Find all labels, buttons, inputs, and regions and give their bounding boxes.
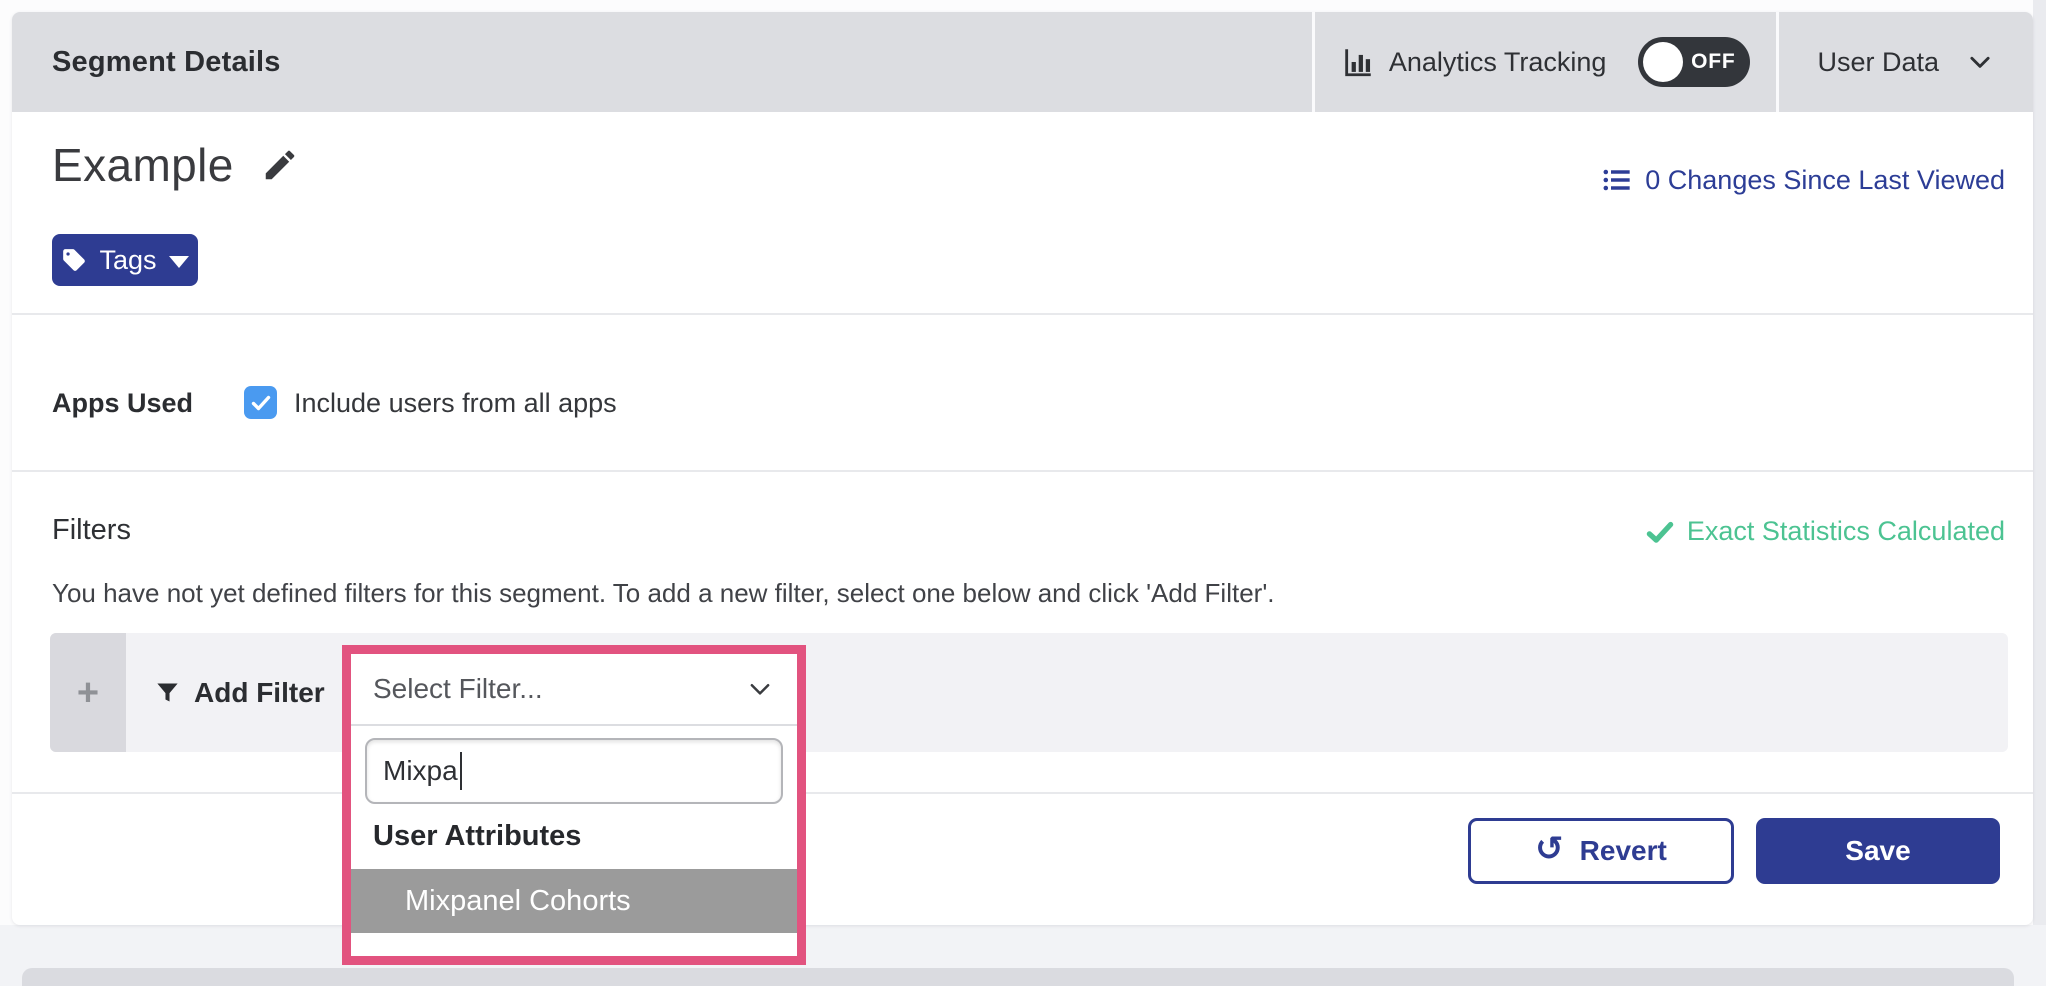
filters-empty-message: You have not yet defined filters for thi… [52, 578, 1275, 609]
add-filter-label: Add Filter [194, 677, 325, 709]
filter-select[interactable]: Select Filter... [351, 654, 797, 726]
annotation-highlight-box: Select Filter... Mixpa User Attributes M… [342, 645, 806, 965]
revert-button-label: Revert [1580, 835, 1667, 867]
dropdown-option-mixpanel-cohorts[interactable]: Mixpanel Cohorts [351, 869, 797, 933]
add-filter-plus-button[interactable]: + [50, 633, 126, 752]
exact-statistics-label: Exact Statistics Calculated [1687, 516, 2005, 547]
changes-link-label: 0 Changes Since Last Viewed [1645, 165, 2005, 196]
revert-button[interactable]: ↺ Revert [1468, 818, 1734, 884]
chevron-down-icon [745, 674, 775, 704]
segment-title-row: Example [52, 138, 300, 192]
chevron-down-icon [1965, 47, 1995, 77]
next-section-bar [22, 968, 2014, 986]
changes-since-last-viewed-link[interactable]: 0 Changes Since Last Viewed [1601, 164, 2005, 196]
filter-search-input[interactable]: Mixpa [365, 738, 783, 804]
plus-icon: + [77, 674, 99, 712]
dropdown-group-header: User Attributes [351, 820, 797, 853]
pencil-icon [261, 146, 299, 184]
page-title: Segment Details [52, 46, 281, 79]
revert-icon: ↺ [1535, 832, 1564, 866]
card-header: Segment Details Analytics Tracking OFF [12, 12, 2033, 112]
toggle-knob [1643, 42, 1683, 82]
analytics-tracking-section: Analytics Tracking OFF [1315, 12, 1777, 112]
toggle-state-label: OFF [1691, 50, 1735, 74]
analytics-tracking-label: Analytics Tracking [1389, 47, 1607, 78]
exact-statistics-status: Exact Statistics Calculated [1645, 516, 2005, 547]
text-cursor [460, 752, 462, 790]
checkmark-icon [249, 391, 273, 415]
tags-button-label: Tags [99, 245, 156, 276]
scrollbar-gutter [2033, 0, 2046, 986]
check-icon [1645, 517, 1675, 547]
filter-search-value: Mixpa [383, 755, 458, 787]
bar-chart-icon [1341, 45, 1375, 79]
user-data-label: User Data [1817, 47, 1939, 78]
filters-heading: Filters [52, 514, 131, 547]
edit-name-button[interactable] [260, 145, 300, 185]
include-all-apps-label: Include users from all apps [294, 388, 617, 419]
save-button-label: Save [1845, 835, 1910, 867]
funnel-icon [154, 679, 181, 706]
add-filter-button[interactable]: Add Filter [154, 677, 325, 709]
apps-used-label: Apps Used [52, 388, 193, 419]
save-button[interactable]: Save [1756, 818, 2000, 884]
section-divider [12, 792, 2033, 794]
include-all-apps-checkbox[interactable] [244, 386, 277, 419]
tags-button[interactable]: Tags [52, 234, 198, 286]
filter-select-value: Select Filter... [373, 673, 543, 705]
section-divider [12, 313, 2033, 315]
analytics-tracking-toggle[interactable]: OFF [1638, 37, 1750, 87]
section-divider [12, 470, 2033, 472]
caret-down-icon [169, 256, 189, 268]
header-right-group: Analytics Tracking OFF User Data [1312, 12, 2033, 112]
segment-details-card: Segment Details Analytics Tracking OFF [12, 12, 2033, 925]
change-list-icon [1601, 164, 1633, 196]
user-data-dropdown[interactable]: User Data [1779, 12, 2033, 112]
tag-icon [61, 247, 87, 273]
segment-name: Example [52, 138, 234, 192]
